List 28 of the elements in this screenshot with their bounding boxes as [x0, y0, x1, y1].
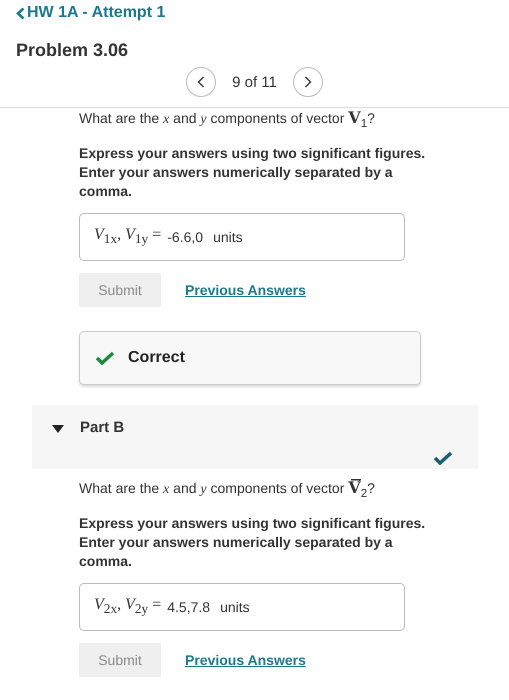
chevron-right-icon	[304, 76, 312, 88]
answer-field[interactable]: V$_{2x}$, V$_{2y}$ = 4.5,7.8 units	[79, 582, 405, 631]
next-button[interactable]	[292, 67, 323, 97]
chevron-left-icon	[197, 76, 206, 88]
question-text: What are the x and y components of vector V$_{2}$?	[79, 476, 376, 502]
chevron-left-icon	[16, 6, 25, 20]
previous-button[interactable]	[186, 67, 216, 97]
check-icon	[434, 450, 452, 465]
answer-value: 4.5,7.8	[167, 598, 210, 615]
caret-down-icon	[52, 424, 64, 433]
unit-label: units	[220, 598, 250, 615]
instructions-text: Express your answers using two significant figures. Enter your answers numerically separated by a comma.	[79, 144, 426, 201]
previous-answers-link[interactable]: Previous Answers	[185, 652, 306, 668]
instructions-text: Express your answers using two significant figures. Enter your answers numerically separated by a comma.	[79, 514, 426, 571]
feedback-text: Correct	[128, 348, 185, 367]
part-header[interactable]: Part B	[32, 404, 478, 469]
part-label: Part B	[80, 418, 124, 436]
answer-label: V$_{1x}$, V$_{1y}$ =	[94, 226, 162, 248]
previous-answers-link[interactable]: Previous Answers	[185, 282, 306, 298]
problem-title: Problem 3.06	[16, 40, 128, 61]
page-position: 9 of 11	[232, 74, 277, 90]
check-icon	[96, 350, 114, 365]
question-text: What are the x and y components of vector V$_{1}$?	[79, 108, 376, 132]
answer-value: -6.6,0	[167, 228, 204, 245]
unit-label: units	[213, 228, 243, 245]
back-link[interactable]: HW 1A - Attempt 1	[16, 4, 166, 22]
answer-label: V$_{2x}$, V$_{2y}$ =	[94, 596, 162, 618]
answer-field[interactable]: V$_{1x}$, V$_{1y}$ = -6.6,0 units	[79, 212, 405, 261]
